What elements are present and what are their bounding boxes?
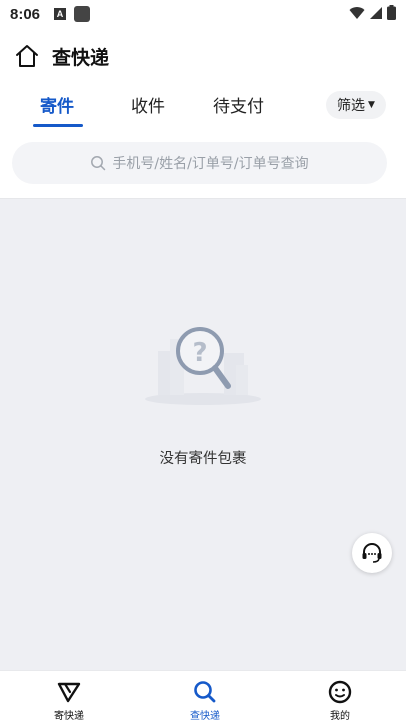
wifi-icon: [349, 6, 365, 19]
empty-search-illustration: ?: [145, 327, 261, 405]
nav-send-express[interactable]: 寄快递: [34, 679, 104, 722]
active-tab-indicator: [33, 124, 83, 127]
caret-down-icon: ▼: [368, 100, 375, 110]
smiley-icon: [328, 680, 352, 704]
empty-state-text: 没有寄件包裹: [159, 451, 247, 467]
headset-icon: [362, 543, 382, 563]
nav-track-express[interactable]: 查快递: [170, 679, 240, 722]
tab-receive[interactable]: 收件: [131, 92, 165, 117]
filter-button[interactable]: 筛选 ▼: [326, 91, 386, 119]
package-list-area: ? 没有寄件包裹: [0, 198, 406, 670]
status-bar: 8:06 A: [0, 0, 406, 28]
notification-a-icon: A: [54, 8, 67, 20]
search-placeholder: 手机号/姓名/订单号/订单号查询: [112, 156, 309, 172]
page-title: 查快递: [52, 46, 110, 69]
customer-service-button[interactable]: [352, 533, 392, 573]
send-icon: [57, 682, 81, 703]
nav-send-label: 寄快递: [54, 711, 84, 722]
status-icons: [349, 5, 396, 20]
status-time: 8:06: [10, 5, 41, 23]
search-icon: [194, 681, 216, 703]
filter-label: 筛选: [337, 98, 366, 114]
tab-send[interactable]: 寄件: [40, 92, 74, 117]
home-icon[interactable]: [14, 43, 40, 69]
nav-mine-label: 我的: [330, 711, 350, 722]
bottom-navigation: 寄快递 查快递 我的: [0, 670, 406, 723]
notification-square-icon: [74, 6, 91, 22]
search-icon: [91, 156, 106, 171]
nav-mine[interactable]: 我的: [305, 679, 375, 722]
nav-track-label: 查快递: [190, 711, 220, 722]
tab-bar: 寄件 收件 待支付 筛选 ▼: [0, 84, 406, 130]
app-header: 查快递: [0, 36, 406, 76]
svg-text:?: ?: [192, 338, 207, 368]
search-input[interactable]: 手机号/姓名/订单号/订单号查询: [12, 142, 387, 184]
cellular-icon: [370, 6, 382, 19]
tab-pending-payment[interactable]: 待支付: [213, 92, 264, 117]
battery-icon: [387, 5, 396, 20]
